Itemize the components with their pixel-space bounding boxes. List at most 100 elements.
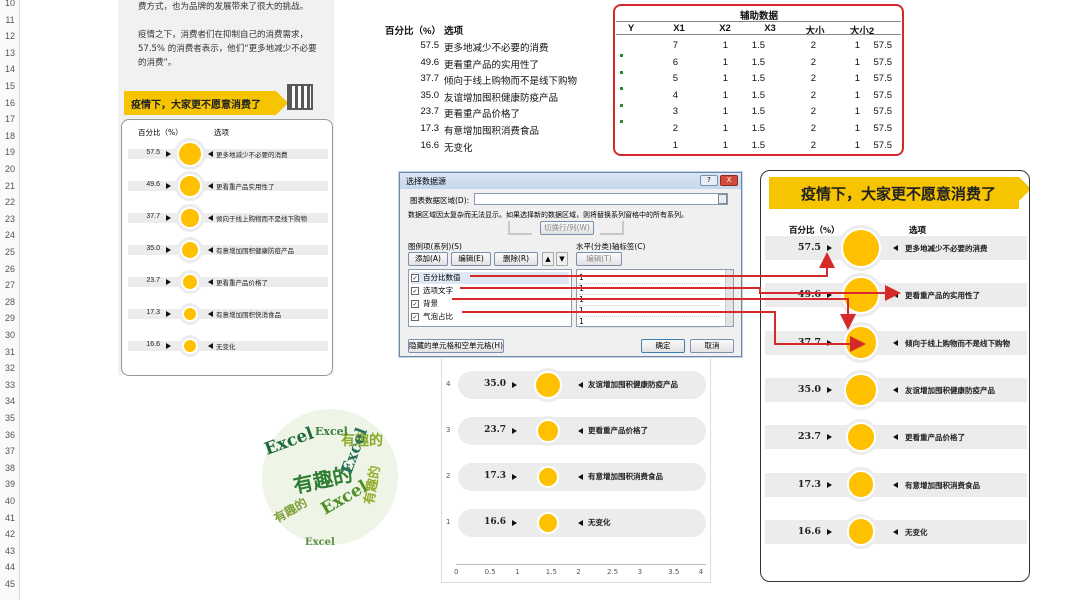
mid-bubble-chart[interactable]: 4 35.0 友谊增加囤积健康防疫产品 3 23.7 更看重产品价格了 2 17.3 有意增加囤… [441, 357, 711, 583]
row-number[interactable]: 33 [0, 380, 20, 390]
aux-cell[interactable]: 57.5 [864, 40, 893, 51]
row-number[interactable]: 25 [0, 247, 20, 257]
aux-cell[interactable]: 2 [788, 40, 816, 51]
row-number[interactable]: 22 [0, 197, 20, 207]
aux-cell[interactable]: 1 [700, 90, 728, 101]
aux-cell[interactable]: 1 [832, 106, 860, 117]
table-item-cell[interactable]: 有意增加囤积消费食品 [444, 123, 539, 137]
aux-cell[interactable]: 1 [832, 123, 860, 134]
aux-cell[interactable]: 57.5 [864, 123, 893, 134]
table-item-cell[interactable]: 无变化 [444, 140, 473, 154]
row-number[interactable]: 17 [0, 114, 20, 124]
row-number[interactable]: 23 [0, 214, 20, 224]
left-bubble-chart[interactable]: 百分比（%） 选项 57.5 更多地减少不必要的消费 49.6 更看重产品实用性了 37… [121, 119, 333, 376]
series-list-item[interactable]: ✓ 气泡占比 [411, 311, 569, 323]
row-number[interactable]: 34 [0, 396, 20, 406]
row-number[interactable]: 19 [0, 147, 20, 157]
series-list[interactable]: ✓ 百分比数值 ✓ 选项文字 ✓ 背景 ✓ 气泡占比 [408, 269, 572, 327]
row-number[interactable]: 44 [0, 562, 20, 572]
aux-cell[interactable]: 1.5 [737, 73, 765, 84]
help-button[interactable]: ? [700, 175, 718, 186]
aux-cell[interactable]: 1.5 [737, 106, 765, 117]
row-number[interactable]: 40 [0, 496, 20, 506]
switch-row-col-button[interactable]: 切换行/列(W) [540, 221, 594, 235]
move-up-icon[interactable]: ▲ [542, 252, 554, 266]
row-number[interactable]: 43 [0, 546, 20, 556]
row-number[interactable]: 39 [0, 479, 20, 489]
ok-button[interactable]: 确定 [641, 339, 685, 353]
row-number[interactable]: 29 [0, 313, 20, 323]
axis-label-list[interactable]: 11111 [576, 269, 734, 328]
table-pct-cell[interactable]: 57.5 [405, 40, 440, 51]
aux-cell[interactable]: 1 [700, 140, 728, 151]
aux-cell[interactable]: 7 [650, 40, 678, 51]
table-pct-cell[interactable]: 17.3 [405, 123, 440, 134]
aux-header-cell[interactable]: X3 [755, 23, 785, 34]
aux-cell[interactable]: 2 [788, 73, 816, 84]
close-button[interactable]: X [720, 175, 738, 186]
aux-cell[interactable]: 2 [788, 123, 816, 134]
row-number[interactable]: 38 [0, 463, 20, 473]
row-number[interactable]: 26 [0, 264, 20, 274]
aux-cell[interactable]: 1 [832, 40, 860, 51]
row-number[interactable]: 32 [0, 363, 20, 373]
aux-cell[interactable]: 6 [650, 57, 678, 68]
aux-cell[interactable]: 1.5 [737, 90, 765, 101]
row-number[interactable]: 42 [0, 529, 20, 539]
table-item-cell[interactable]: 更看重产品价格了 [444, 106, 520, 120]
series-checkbox[interactable]: ✓ [411, 274, 419, 282]
aux-cell[interactable]: 2 [788, 140, 816, 151]
table-pct-cell[interactable]: 16.6 [405, 140, 440, 151]
aux-cell[interactable]: 1 [700, 57, 728, 68]
delete-series-button[interactable]: 删除(R) [494, 252, 538, 266]
aux-header-cell[interactable]: Y [616, 23, 646, 34]
aux-header-cell[interactable]: X2 [710, 23, 740, 34]
aux-cell[interactable]: 1 [650, 140, 678, 151]
row-number[interactable]: 15 [0, 81, 20, 91]
row-number[interactable]: 36 [0, 430, 20, 440]
table-item-cell[interactable]: 倾向于线上购物而不是线下购物 [444, 73, 577, 87]
aux-cell[interactable]: 2 [788, 106, 816, 117]
aux-cell[interactable]: 1 [832, 90, 860, 101]
row-number[interactable]: 16 [0, 98, 20, 108]
table-pct-cell[interactable]: 23.7 [405, 106, 440, 117]
aux-cell[interactable]: 1.5 [737, 40, 765, 51]
row-number[interactable]: 27 [0, 280, 20, 290]
aux-cell[interactable]: 1 [700, 106, 728, 117]
aux-cell[interactable]: 1 [832, 140, 860, 151]
aux-cell[interactable]: 4 [650, 90, 678, 101]
row-number[interactable]: 28 [0, 297, 20, 307]
row-number[interactable]: 31 [0, 347, 20, 357]
aux-cell[interactable]: 2 [788, 57, 816, 68]
aux-cell[interactable]: 1 [700, 73, 728, 84]
table-pct-cell[interactable]: 37.7 [405, 73, 440, 84]
aux-cell[interactable]: 1.5 [737, 140, 765, 151]
table-item-cell[interactable]: 友谊增加囤积健康防疫产品 [444, 90, 558, 104]
range-input[interactable] [474, 193, 728, 205]
aux-cell[interactable]: 57.5 [864, 73, 893, 84]
row-number[interactable]: 13 [0, 48, 20, 58]
edit-axis-button[interactable]: 编辑(T) [576, 252, 622, 266]
row-number[interactable]: 14 [0, 64, 20, 74]
row-number[interactable]: 18 [0, 131, 20, 141]
row-number[interactable]: 24 [0, 230, 20, 240]
aux-cell[interactable]: 1 [700, 40, 728, 51]
series-checkbox[interactable]: ✓ [411, 313, 419, 321]
aux-cell[interactable]: 2 [650, 123, 678, 134]
right-bubble-chart[interactable]: 疫情下，大家更不愿意消费了 百分比（%） 选项 57.5 更多地减少不必要的消费 4… [760, 170, 1030, 582]
aux-cell[interactable]: 3 [650, 106, 678, 117]
aux-cell[interactable]: 57.5 [864, 106, 893, 117]
cancel-button[interactable]: 取消 [690, 339, 734, 353]
series-list-item[interactable]: ✓ 背景 [411, 298, 569, 310]
aux-cell[interactable]: 57.5 [864, 140, 893, 151]
row-number[interactable]: 37 [0, 446, 20, 456]
add-series-button[interactable]: 添加(A) [408, 252, 448, 266]
axis-list-item[interactable]: 1 [579, 316, 719, 328]
aux-cell[interactable]: 1.5 [737, 123, 765, 134]
row-number[interactable]: 41 [0, 513, 20, 523]
aux-cell[interactable]: 57.5 [864, 90, 893, 101]
range-picker-icon[interactable] [718, 194, 727, 204]
aux-cell[interactable]: 1 [700, 123, 728, 134]
aux-cell[interactable]: 5 [650, 73, 678, 84]
table-item-cell[interactable]: 更多地减少不必要的消费 [444, 40, 549, 54]
